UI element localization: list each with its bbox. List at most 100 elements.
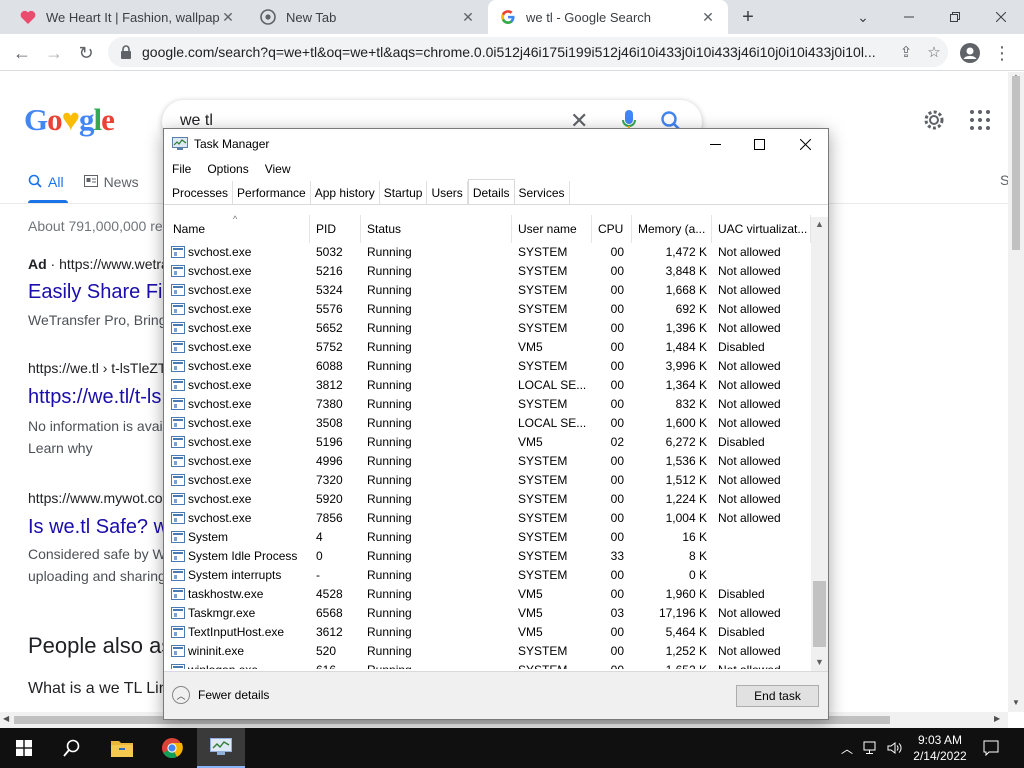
scrollbar-thumb[interactable] — [813, 581, 826, 647]
close-tab-icon[interactable]: ✕ — [700, 9, 716, 26]
result-title-link[interactable]: https://we.tl/t-ls — [28, 386, 161, 409]
bookmark-star-icon[interactable]: ☆ — [920, 43, 948, 61]
reload-icon[interactable]: ↻ — [72, 39, 100, 67]
people-also-ask-question[interactable]: What is a we TL Lin — [28, 680, 168, 698]
google-doodle-logo[interactable]: Go♥gle — [24, 102, 115, 138]
browser-tab-google[interactable]: we tl - Google Search ✕ — [488, 0, 728, 34]
table-row[interactable]: System Idle Process 0 Running SYSTEM 33 8 K — [167, 547, 811, 566]
table-vertical-scrollbar[interactable]: ▲ ▼ — [811, 217, 828, 671]
close-tab-icon[interactable]: ✕ — [220, 9, 236, 26]
maximize-icon[interactable] — [736, 129, 782, 159]
browser-menu-kebab-icon[interactable]: ⋮ — [988, 39, 1016, 67]
column-header-name[interactable]: Name ^ — [167, 215, 310, 243]
table-row[interactable]: svchost.exe 7856 Running SYSTEM 00 1,004 K Not… — [167, 509, 811, 528]
result-url[interactable]: https://we.tl › t-lsTleZT — [28, 360, 166, 376]
table-row[interactable]: winlogon.exe 616 Running SYSTEM00 1,652 K Not… — [167, 661, 811, 669]
ad-title-link[interactable]: Easily Share Fi — [28, 281, 163, 304]
close-window-icon[interactable] — [978, 0, 1024, 34]
back-arrow-icon[interactable]: ← — [8, 39, 36, 67]
table-row[interactable]: svchost.exe 5920 Running SYSTEM 00 1,224 K Not… — [167, 490, 811, 509]
table-row[interactable]: System 4 Running SYSTEM 00 16 K — [167, 528, 811, 547]
close-icon[interactable] — [782, 129, 828, 159]
column-header-cpu[interactable]: CPU — [592, 215, 632, 243]
table-row[interactable]: wininit.exe 520 Running SYSTEM 00 1,252 K Not … — [167, 642, 811, 661]
profile-avatar-icon[interactable] — [956, 39, 984, 67]
scrollbar-thumb[interactable] — [1012, 76, 1020, 250]
end-task-button[interactable]: End task — [736, 685, 819, 707]
scroll-down-arrow-icon[interactable]: ▼ — [1012, 698, 1020, 707]
table-row[interactable]: svchost.exe 7320 Running SYSTEM 00 1,512 K Not… — [167, 471, 811, 490]
scroll-up-arrow-icon[interactable]: ▲ — [815, 219, 824, 229]
search-icon[interactable] — [48, 728, 96, 768]
new-tab-plus-icon[interactable]: + — [736, 6, 760, 30]
menu-file[interactable]: File — [164, 159, 199, 181]
settings-gear-icon[interactable] — [922, 108, 946, 132]
result-title-link[interactable]: Is we.tl Safe? w — [28, 516, 168, 539]
show-hidden-icons-chevron-icon[interactable]: ︿ — [838, 728, 856, 768]
scroll-right-arrow-icon[interactable]: ▶ — [994, 714, 1000, 723]
ad-url[interactable]: https://www.wetra — [59, 256, 169, 272]
browser-tab-weheartit[interactable]: We Heart It | Fashion, wallpapers ✕ — [8, 0, 248, 34]
task-manager-titlebar[interactable]: Task Manager — [164, 129, 828, 159]
table-row[interactable]: TextInputHost.exe 3612 Running VM5 00 5,464 K… — [167, 623, 811, 642]
process-name: svchost.exe — [188, 340, 252, 354]
table-row[interactable]: svchost.exe 5324 Running SYSTEM 00 1,668 K Not… — [167, 281, 811, 300]
column-header-uac-virtualization[interactable]: UAC virtualizat... — [712, 215, 811, 243]
process-pid: 5196 — [316, 435, 343, 449]
column-header-memory[interactable]: Memory (a... — [632, 215, 712, 243]
table-row[interactable]: svchost.exe 3812 Running LOCAL SE... 00 1,364… — [167, 376, 811, 395]
tab-users[interactable]: Users — [427, 181, 468, 205]
table-row[interactable]: svchost.exe 7380 Running SYSTEM 00 832 K Not a… — [167, 395, 811, 414]
table-row[interactable]: svchost.exe 4996 Running SYSTEM 00 1,536 K Not… — [167, 452, 811, 471]
scroll-left-arrow-icon[interactable]: ◀ — [3, 714, 9, 723]
tab-search-chevron-icon[interactable]: ⌄ — [840, 0, 886, 34]
table-row[interactable]: Taskmgr.exe 6568 Running VM5 03 17,196 K Not a… — [167, 604, 811, 623]
minimize-icon[interactable] — [886, 0, 932, 34]
tab-details[interactable]: Details — [467, 179, 515, 205]
table-row[interactable]: svchost.exe 5196 Running VM5 02 6,272 K Disabl… — [167, 433, 811, 452]
close-tab-icon[interactable]: ✕ — [460, 9, 476, 26]
taskbar-clock[interactable]: 9:03 AM 2/14/2022 — [900, 732, 980, 764]
table-row[interactable]: svchost.exe 3508 Running LOCAL SE... 00 1,600… — [167, 414, 811, 433]
address-bar[interactable]: google.com/search?q=we+tl&oq=we+tl&aqs=c… — [108, 37, 948, 67]
column-header-user-name[interactable]: User name — [512, 215, 592, 243]
share-icon[interactable]: ⇪ — [892, 43, 920, 61]
learn-why-link[interactable]: Learn why — [28, 440, 93, 456]
table-row[interactable]: svchost.exe 5752 Running VM5 00 1,484 K Disabl… — [167, 338, 811, 357]
tab-processes[interactable]: Processes — [168, 181, 234, 205]
fewer-details-toggle[interactable]: ︿ Fewer details — [172, 686, 269, 704]
result-url[interactable]: https://www.mywot.co — [28, 490, 163, 506]
column-header-status[interactable]: Status — [361, 215, 512, 243]
table-row[interactable]: taskhostw.exe 4528 Running VM5 00 1,960 K Disa… — [167, 585, 811, 604]
tab-app-history[interactable]: App history — [311, 181, 380, 205]
table-row[interactable]: svchost.exe 6088 Running SYSTEM 00 3,996 K Not… — [167, 357, 811, 376]
forward-arrow-icon[interactable]: → — [40, 39, 68, 67]
table-row[interactable]: svchost.exe 5652 Running SYSTEM 00 1,396 K Not… — [167, 319, 811, 338]
table-row[interactable]: svchost.exe 5576 Running SYSTEM 00 692 K Not a… — [167, 300, 811, 319]
minimize-icon[interactable] — [692, 129, 738, 159]
start-windows-icon[interactable] — [0, 728, 48, 768]
process-icon — [171, 512, 185, 524]
column-header-pid[interactable]: PID — [310, 215, 361, 243]
table-row[interactable]: svchost.exe 5216 Running SYSTEM 00 3,848 K Not… — [167, 262, 811, 281]
tab-all[interactable]: All — [28, 172, 64, 192]
page-vertical-scrollbar[interactable]: ▲ ▼ — [1008, 72, 1024, 712]
scroll-down-arrow-icon[interactable]: ▼ — [815, 657, 824, 667]
menu-view[interactable]: View — [257, 159, 299, 181]
google-apps-grid-icon[interactable] — [970, 110, 990, 130]
tab-services[interactable]: Services — [515, 181, 570, 205]
tab-performance[interactable]: Performance — [233, 181, 311, 205]
menu-options[interactable]: Options — [199, 159, 256, 181]
tab-startup[interactable]: Startup — [380, 181, 428, 205]
file-explorer-icon[interactable] — [98, 728, 146, 768]
table-row[interactable]: System interrupts - Running SYSTEM 00 0 K — [167, 566, 811, 585]
browser-tab-newtab[interactable]: New Tab ✕ — [248, 0, 488, 34]
network-icon[interactable] — [860, 728, 882, 768]
task-manager-taskbar-icon[interactable] — [197, 728, 245, 768]
tab-news[interactable]: News — [83, 172, 139, 192]
chrome-icon[interactable] — [148, 728, 196, 768]
process-user: SYSTEM — [518, 302, 568, 316]
table-row[interactable]: svchost.exe 5032 Running SYSTEM 00 1,472 K Not… — [167, 243, 811, 262]
notification-center-icon[interactable] — [978, 728, 1004, 768]
restore-icon[interactable] — [932, 0, 978, 34]
